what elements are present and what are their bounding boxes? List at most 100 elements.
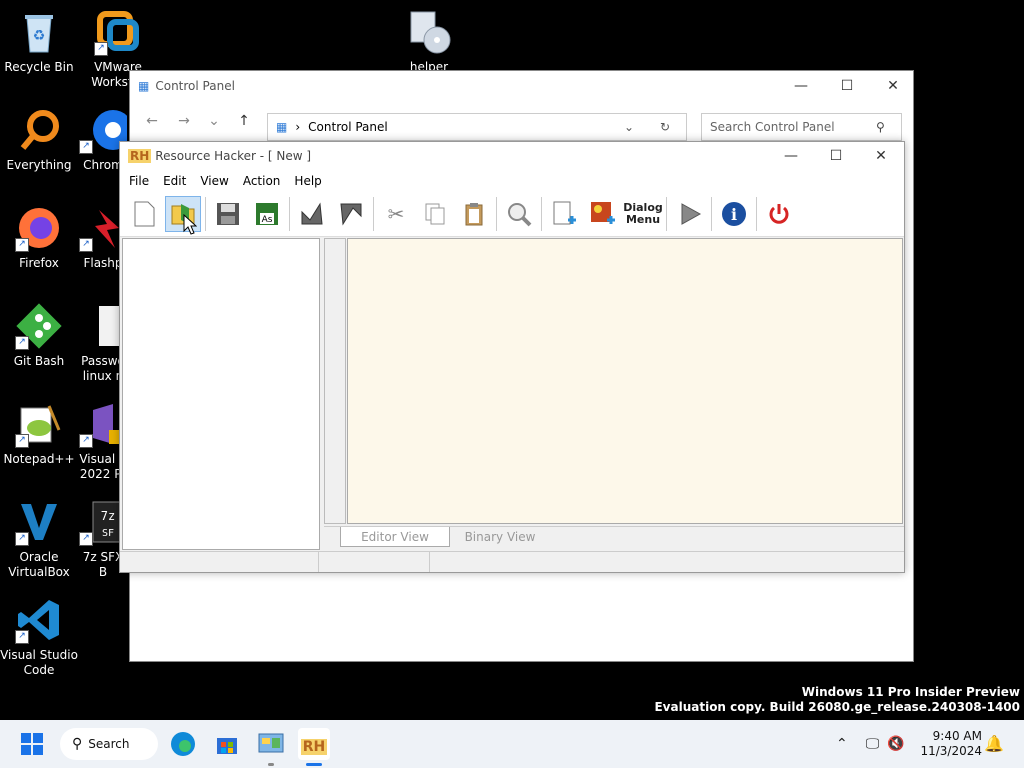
desktop-icon-everything[interactable]: Everything	[0, 102, 78, 173]
taskbar-search[interactable]: ⚲ Search	[60, 728, 158, 760]
resource-tree-pane[interactable]	[122, 238, 320, 550]
refresh-icon[interactable]: ↻	[660, 120, 670, 134]
exit-button[interactable]	[761, 196, 797, 232]
search-input[interactable]: Search Control Panel ⚲	[701, 113, 902, 141]
notification-bell-icon[interactable]: 🔔	[984, 734, 1004, 753]
control-panel-icon: ▦	[138, 79, 150, 93]
watermark-line: Windows 11 Pro Insider Preview	[801, 685, 1020, 699]
address-bar[interactable]: ▦ › Control Panel ⌄ ↻	[267, 113, 687, 141]
arrow-up-right-icon	[301, 202, 323, 225]
shortcut-arrow-icon: ↗	[94, 42, 108, 56]
svg-text:7z: 7z	[101, 509, 115, 523]
store-icon	[217, 738, 237, 754]
taskbar-resource-hacker[interactable]: RH	[298, 728, 330, 760]
desktop-icon-git-bash[interactable]: ↗ Git Bash	[0, 298, 78, 369]
breadcrumb[interactable]: Control Panel	[308, 120, 388, 134]
play-icon	[681, 203, 702, 225]
firefox-icon: ↗	[15, 204, 63, 252]
desktop-icon-notepad-plus-plus[interactable]: ↗ Notepad++	[0, 396, 78, 467]
menu-edit[interactable]: Edit	[156, 174, 193, 188]
forward-arrow-icon[interactable]: →	[168, 113, 200, 129]
clock[interactable]: 9:40 AM 11/3/2024	[920, 729, 982, 759]
resource-hacker-titlebar[interactable]: RH Resource Hacker - [ New ] — ☐ ✕	[120, 142, 904, 170]
maximize-button[interactable]: ☐	[813, 142, 859, 170]
floppy-disk-icon	[217, 203, 239, 225]
taskbar-search-label: Search	[88, 737, 130, 751]
shortcut-arrow-icon: ↗	[79, 238, 93, 252]
minimize-button[interactable]: —	[778, 71, 824, 101]
paste-button[interactable]	[456, 196, 492, 232]
resource-hacker-logo: RH	[128, 149, 152, 163]
copy-button[interactable]	[417, 196, 453, 232]
desktop-icon-helper[interactable]: helper	[390, 4, 468, 75]
control-panel-icon	[258, 733, 284, 753]
system-tray: ⌃ 🖵 🔇	[836, 720, 905, 768]
toolbar-separator	[205, 197, 206, 231]
address-dropdown-icon[interactable]: ⌄	[624, 120, 634, 134]
dialog-menu-editor-button[interactable]: Dialog Menu	[623, 196, 663, 232]
toolbar-separator	[373, 197, 374, 231]
toolbar-separator	[666, 197, 667, 231]
taskbar-store[interactable]	[211, 728, 243, 760]
vscode-icon: ↗	[15, 596, 63, 644]
close-button[interactable]: ✕	[858, 142, 904, 170]
play-button[interactable]	[671, 196, 707, 232]
chevron-down-icon[interactable]: ⌄	[200, 113, 228, 129]
minimize-button[interactable]: —	[768, 142, 814, 170]
start-button[interactable]	[16, 728, 48, 760]
svg-text:As: As	[262, 215, 273, 225]
menu-action[interactable]: Action	[236, 174, 288, 188]
desktop-icon-firefox[interactable]: ↗ Firefox	[0, 200, 78, 271]
up-arrow-icon[interactable]: ↑	[228, 113, 260, 129]
save-as-button[interactable]: As	[249, 196, 285, 232]
svg-text:♻: ♻	[33, 28, 46, 44]
find-button[interactable]	[501, 196, 537, 232]
volume-muted-icon[interactable]: 🔇	[887, 736, 904, 752]
compile-button[interactable]	[294, 196, 330, 232]
desktop-icon-label: Everything	[6, 158, 72, 172]
taskbar-edge[interactable]	[167, 728, 199, 760]
menu-bar: File Edit View Action Help	[120, 170, 904, 192]
back-arrow-icon[interactable]: ←	[136, 113, 168, 129]
vmware-icon: ↗	[94, 8, 142, 56]
desktop-icon-virtualbox[interactable]: ↗ Oracle VirtualBox	[0, 494, 78, 580]
tab-editor-view[interactable]: Editor View	[340, 527, 450, 547]
add-image-icon	[591, 202, 615, 224]
resource-hacker-window[interactable]: RH Resource Hacker - [ New ] — ☐ ✕ File …	[119, 141, 905, 573]
close-button[interactable]: ✕	[870, 71, 916, 101]
tab-binary-view[interactable]: Binary View	[450, 527, 550, 547]
menu-help[interactable]: Help	[287, 174, 328, 188]
desktop-icon-vscode[interactable]: ↗ Visual Studio Code	[0, 592, 78, 678]
toolbar-separator	[756, 197, 757, 231]
about-button[interactable]: i	[716, 196, 752, 232]
desktop-icon-label: Firefox	[19, 256, 59, 270]
run-script-button[interactable]	[333, 196, 369, 232]
add-blank-resource-button[interactable]	[546, 196, 582, 232]
desktop-icon-label: Recycle Bin	[4, 60, 74, 74]
recycle-bin-icon: ♻	[15, 8, 63, 56]
taskbar-control-panel[interactable]	[255, 728, 287, 760]
virtualbox-icon: ↗	[15, 498, 63, 546]
network-icon[interactable]: 🖵	[866, 736, 880, 752]
search-icon: ⚲	[72, 736, 83, 752]
menu-view[interactable]: View	[193, 174, 235, 188]
status-section	[319, 552, 430, 572]
desktop-icon-label: Visual Studio Code	[0, 648, 78, 677]
desktop-icon-recycle-bin[interactable]: ♻ Recycle Bin	[0, 4, 78, 75]
save-button[interactable]	[210, 196, 246, 232]
edge-icon	[171, 732, 195, 756]
add-image-resource-button[interactable]	[585, 196, 621, 232]
search-icon: ⚲	[876, 120, 885, 134]
cut-button[interactable]: ✂	[378, 196, 414, 232]
clock-time: 9:40 AM	[932, 729, 982, 743]
menu-file[interactable]: File	[122, 174, 156, 188]
chevron-up-icon[interactable]: ⌃	[836, 736, 848, 752]
maximize-button[interactable]: ☐	[824, 71, 870, 101]
shortcut-arrow-icon: ↗	[15, 336, 29, 350]
git-icon: ↗	[15, 302, 63, 350]
editor-pane[interactable]	[347, 238, 903, 524]
new-file-button[interactable]	[126, 196, 162, 232]
control-panel-titlebar[interactable]: ▦ Control Panel — ☐ ✕	[130, 71, 913, 101]
clock-date: 11/3/2024	[920, 744, 982, 758]
shortcut-arrow-icon: ↗	[15, 238, 29, 252]
